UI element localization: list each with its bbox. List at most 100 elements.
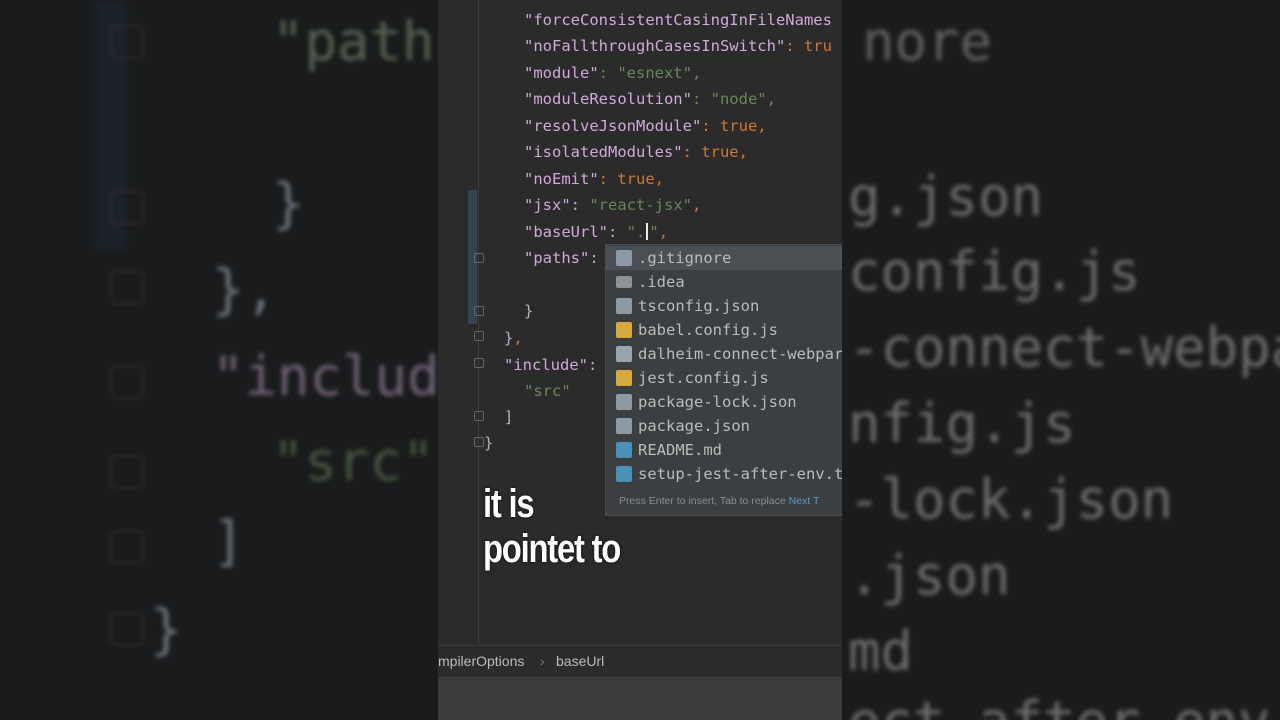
completion-item-label: babel.config.js (638, 321, 778, 339)
code-line: "noEmit": true, (524, 169, 664, 189)
completion-hint-link[interactable]: Next T (789, 495, 820, 507)
fold-icon[interactable] (474, 331, 484, 341)
close-brace: } (484, 434, 494, 452)
json-key: "paths" (524, 249, 590, 267)
fold-icon[interactable] (474, 411, 484, 421)
completion-item-label: README.md (638, 441, 722, 459)
caption-line: it is (483, 482, 535, 526)
completion-item[interactable]: README.md (606, 438, 842, 462)
code-line: "noFallthroughCasesInSwitch": tru (524, 36, 832, 56)
background-text: "include (212, 345, 438, 408)
breadcrumb-separator: › (540, 653, 545, 669)
background-text: .json (848, 544, 1011, 607)
background-text: -connect-webpa (848, 316, 1280, 379)
fold-icon[interactable] (474, 358, 484, 368)
completion-item-label: package-lock.json (638, 393, 797, 411)
caption-line: pointet to (483, 527, 621, 571)
status-bar (438, 677, 842, 720)
breadcrumb: mpilerOptions › baseUrl (438, 645, 842, 678)
code-line: } (524, 301, 533, 321)
code-line: "paths": (524, 248, 599, 268)
completion-item-label: dalheim-connect-webpar (638, 345, 842, 363)
json-key: "include" (504, 356, 588, 374)
completion-item-label: .idea (638, 273, 685, 291)
completion-item[interactable]: .gitignore (606, 246, 842, 270)
completion-item[interactable]: setup-jest-after-env.t (606, 462, 842, 486)
md-file-icon (616, 442, 632, 458)
completion-item[interactable]: package.json (606, 414, 842, 438)
folder-icon (616, 276, 632, 288)
code-line: "resolveJsonModule": true, (524, 116, 767, 136)
fold-guide-line (478, 0, 479, 645)
json-key: "noFallthroughCasesInSwitch" (524, 37, 786, 55)
background-text: ect after env (848, 690, 1271, 720)
ts-file-icon (616, 466, 632, 482)
code-line: "forceConsistentCasingInFileNames (524, 10, 832, 30)
code-line: "include": (504, 355, 597, 375)
completion-item[interactable]: package-lock.json (606, 390, 842, 414)
completion-hint: Press Enter to insert, Tab to replace Ne… (619, 495, 819, 507)
json-value: : true, (701, 117, 767, 135)
json-colon: : (608, 223, 627, 241)
code-line: "jsx": "react-jsx", (524, 195, 701, 215)
blurred-background-right: nore g.json config.js -connect-webpa nfi… (842, 0, 1280, 720)
code-editor[interactable]: "forceConsistentCasingInFileNames "noFal… (438, 0, 842, 720)
fold-icon[interactable] (474, 437, 484, 447)
json-key: "moduleResolution" (524, 90, 692, 108)
json-value: : tru (785, 37, 832, 55)
json-key: "isolatedModules" (524, 143, 683, 161)
json-key: "module" (524, 64, 599, 82)
completion-item-label: .gitignore (638, 249, 732, 267)
file-icon (616, 250, 632, 266)
json-file-icon (616, 418, 632, 434)
json-comma: , (692, 196, 702, 214)
background-fold-icon (110, 612, 144, 646)
json-key: "baseUrl" (524, 223, 608, 241)
json-key: "resolveJsonModule" (524, 117, 702, 135)
completion-item[interactable]: babel.config.js (606, 318, 842, 342)
code-line: } (484, 433, 493, 453)
background-fold-icon (110, 530, 144, 564)
autocomplete-popup[interactable]: .gitignore .idea tsconfig.json babel.con… (605, 244, 842, 516)
json-colon: : (588, 356, 598, 374)
background-text: nfig.js (848, 392, 1076, 455)
code-line: "moduleResolution": "node", (524, 89, 776, 109)
json-value: "src" (524, 382, 571, 400)
json-value: : true, (598, 170, 664, 188)
code-line: ] (504, 407, 513, 427)
background-text: "src" (272, 430, 435, 493)
fold-icon[interactable] (474, 253, 484, 263)
breadcrumb-item[interactable]: baseUrl (556, 653, 604, 669)
generic-file-icon (616, 346, 632, 362)
code-line: "isolatedModules": true, (524, 142, 748, 162)
code-line: }, (504, 328, 523, 348)
code-line-current[interactable]: "baseUrl": ". ", (524, 222, 668, 242)
completion-item-label: jest.config.js (638, 369, 769, 387)
breadcrumb-item[interactable]: mpilerOptions (438, 653, 524, 669)
completion-item[interactable]: dalheim-connect-webpar (606, 342, 842, 366)
background-text: ] (212, 510, 245, 573)
background-fold-icon (110, 25, 144, 59)
json-value: : "node", (691, 90, 776, 108)
js-file-icon (616, 322, 632, 338)
background-fold-icon (110, 270, 144, 304)
code-line: "module": "esnext", (524, 63, 701, 83)
background-fold-icon (110, 455, 144, 489)
json-value: : true, (682, 143, 748, 161)
close-brace: } (524, 302, 534, 320)
background-fold-icon (110, 365, 144, 399)
json-key: "noEmit" (524, 170, 599, 188)
json-comma: , (513, 329, 523, 347)
js-file-icon (616, 370, 632, 386)
background-text: }, (212, 258, 278, 321)
background-text: md (848, 620, 914, 683)
json-file-icon (616, 298, 632, 314)
completion-item[interactable]: jest.config.js (606, 366, 842, 390)
json-key: "jsx" (524, 196, 571, 214)
completion-item[interactable]: .idea (606, 270, 842, 294)
background-text: config.js (848, 240, 1141, 303)
json-colon: : (570, 196, 590, 214)
completion-item[interactable]: tsconfig.json (606, 294, 842, 318)
json-key: "forceConsistentCasingInFileNames (524, 11, 832, 29)
fold-icon[interactable] (474, 306, 484, 316)
